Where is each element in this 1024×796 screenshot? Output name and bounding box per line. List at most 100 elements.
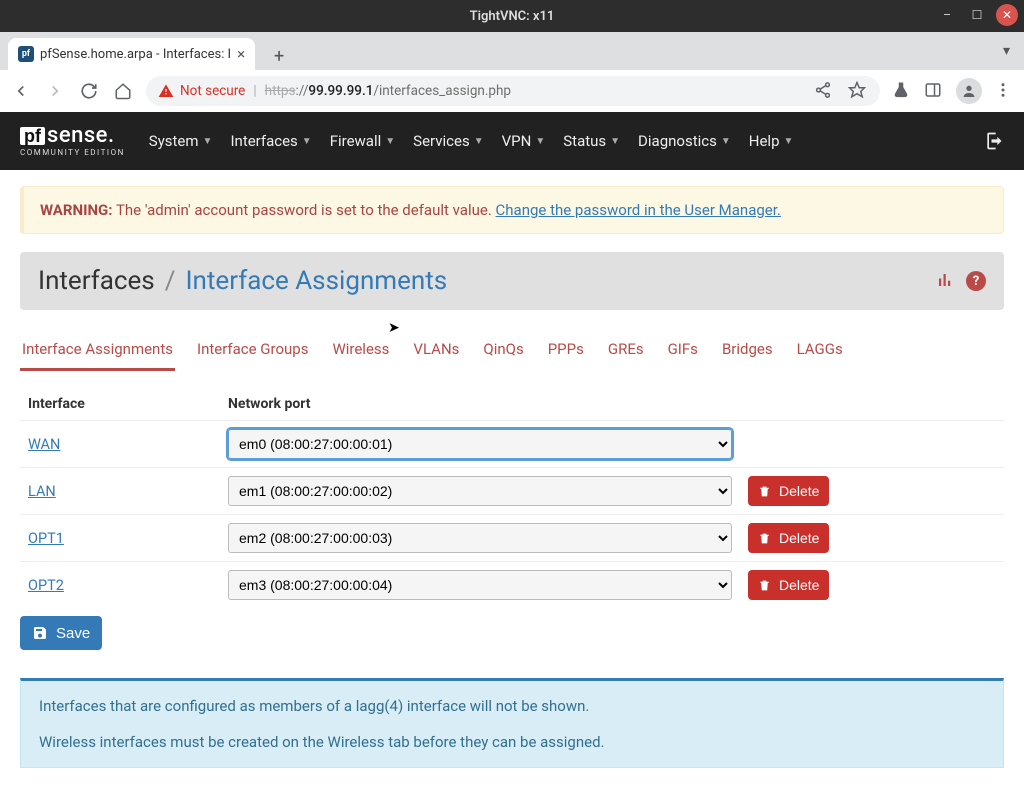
nav-vpn[interactable]: VPN ▼ (502, 132, 546, 150)
pfsense-logo[interactable]: pfsense. COMMUNITY EDITION (20, 125, 125, 157)
page-header: Interfaces / Interface Assignments ? (20, 252, 1004, 310)
nav-services[interactable]: Services ▼ (413, 132, 483, 150)
not-secure-warning: Not secure (158, 83, 245, 99)
info-box: Interfaces that are configured as member… (20, 678, 1004, 768)
port-select-opt2[interactable]: em3 (08:00:27:00:00:04) (228, 570, 732, 600)
tab-bridges[interactable]: Bridges (720, 334, 775, 371)
table-row: OPT1 em2 (08:00:27:00:00:03) Delete (20, 515, 1004, 562)
caret-down-icon: ▼ (721, 136, 731, 147)
page-viewport: pfsense. COMMUNITY EDITION System ▼ Inter… (0, 112, 1024, 796)
tab-interface-groups[interactable]: Interface Groups (195, 334, 310, 371)
share-icon[interactable] (814, 81, 834, 101)
save-icon (32, 625, 48, 641)
nav-help[interactable]: Help ▼ (749, 132, 794, 150)
table-row: LAN em1 (08:00:27:00:00:02) Delete (20, 468, 1004, 515)
save-button[interactable]: Save (20, 616, 102, 650)
help-icon[interactable]: ? (966, 271, 986, 291)
delete-label: Delete (779, 530, 819, 546)
main-content: ➤ WARNING: The 'admin' account password … (0, 170, 1024, 784)
warning-text: The 'admin' account password is set to t… (116, 201, 492, 219)
browser-tab[interactable]: pf pfSense.home.arpa - Interfaces: I × (8, 38, 255, 70)
interface-link-wan[interactable]: WAN (28, 436, 60, 453)
os-titlebar: TightVNC: x11 – ☐ ✕ (0, 0, 1024, 32)
breadcrumb-root: Interfaces (38, 266, 155, 296)
home-button[interactable] (112, 80, 134, 102)
caret-down-icon: ▼ (610, 136, 620, 147)
col-header-port: Network port (220, 388, 740, 421)
tab-gifs[interactable]: GIFs (666, 334, 700, 371)
window-minimize-button[interactable]: – (936, 4, 958, 26)
breadcrumb: Interfaces / Interface Assignments (38, 266, 447, 296)
interface-link-opt1[interactable]: OPT1 (28, 530, 64, 547)
caret-down-icon: ▼ (784, 136, 794, 147)
delete-button-lan[interactable]: Delete (748, 476, 829, 506)
browser-tab-title: pfSense.home.arpa - Interfaces: I (40, 47, 231, 62)
warning-link[interactable]: Change the password in the User Manager. (496, 201, 781, 219)
caret-down-icon: ▼ (385, 136, 395, 147)
tab-qinqs[interactable]: QinQs (481, 334, 525, 371)
extension-flask-icon[interactable] (892, 81, 912, 101)
interface-link-lan[interactable]: LAN (28, 483, 56, 500)
window-close-button[interactable]: ✕ (996, 4, 1018, 26)
save-button-label: Save (56, 625, 90, 642)
logout-icon[interactable] (984, 131, 1004, 151)
bookmark-icon[interactable] (848, 81, 868, 101)
address-url: https://99.99.99.1/interfaces_assign.php (265, 83, 511, 99)
address-bar[interactable]: Not secure | https://99.99.99.1/interfac… (146, 76, 880, 106)
sub-tabs: Interface Assignments Interface Groups Wir… (20, 334, 1004, 372)
profile-avatar[interactable] (956, 78, 982, 104)
delete-label: Delete (779, 483, 819, 499)
port-select-wan[interactable]: em0 (08:00:27:00:00:01) (228, 429, 732, 459)
pfsense-navbar: pfsense. COMMUNITY EDITION System ▼ Inter… (0, 112, 1024, 170)
nav-firewall[interactable]: Firewall ▼ (330, 132, 395, 150)
tab-overflow-icon[interactable]: ▾ (1003, 43, 1010, 59)
browser-toolbar: Not secure | https://99.99.99.1/interfac… (0, 70, 1024, 112)
forward-button (44, 80, 66, 102)
delete-button-opt2[interactable]: Delete (748, 570, 829, 600)
tab-close-icon[interactable]: × (237, 45, 245, 63)
tab-favicon-icon: pf (18, 46, 34, 62)
tab-laggs[interactable]: LAGGs (795, 334, 845, 371)
tab-vlans[interactable]: VLANs (411, 334, 461, 371)
tab-gres[interactable]: GREs (606, 334, 646, 371)
browser-tab-strip: pf pfSense.home.arpa - Interfaces: I × +… (0, 32, 1024, 70)
nav-system[interactable]: System ▼ (149, 132, 213, 150)
nav-diagnostics[interactable]: Diagnostics ▼ (638, 132, 731, 150)
stats-icon[interactable] (936, 271, 954, 291)
breadcrumb-sep: / (165, 266, 176, 296)
interface-link-opt2[interactable]: OPT2 (28, 577, 64, 594)
trash-icon (758, 532, 771, 545)
interfaces-table: Interface Network port WAN em0 (08:00:27:… (20, 388, 1004, 608)
nav-interfaces[interactable]: Interfaces ▼ (230, 132, 311, 150)
caret-down-icon: ▼ (535, 136, 545, 147)
not-secure-text: Not secure (180, 83, 245, 99)
trash-icon (758, 579, 771, 592)
reload-button[interactable] (78, 80, 100, 102)
caret-down-icon: ▼ (302, 136, 312, 147)
info-line-1: Interfaces that are configured as member… (39, 697, 985, 715)
breadcrumb-current: Interface Assignments (185, 266, 447, 296)
tab-ppps[interactable]: PPPs (546, 334, 586, 371)
tab-interface-assignments[interactable]: Interface Assignments (20, 334, 175, 371)
navbar-menu: System ▼ Interfaces ▼ Firewall ▼ Services ▼… (149, 132, 794, 150)
new-tab-button[interactable]: + (265, 42, 293, 70)
warning-lead: WARNING: (40, 201, 113, 219)
port-select-lan[interactable]: em1 (08:00:27:00:00:02) (228, 476, 732, 506)
table-row: WAN em0 (08:00:27:00:00:01) (20, 421, 1004, 468)
back-button[interactable] (10, 80, 32, 102)
caret-down-icon: ▼ (203, 136, 213, 147)
browser-chrome: pf pfSense.home.arpa - Interfaces: I × +… (0, 32, 1024, 112)
port-select-opt1[interactable]: em2 (08:00:27:00:00:03) (228, 523, 732, 553)
browser-menu-icon[interactable] (994, 81, 1014, 101)
nav-status[interactable]: Status ▼ (563, 132, 620, 150)
os-window-title: TightVNC: x11 (470, 9, 555, 24)
tab-wireless[interactable]: Wireless (330, 334, 391, 371)
warning-alert: WARNING: The 'admin' account password is… (20, 186, 1004, 234)
table-row: OPT2 em3 (08:00:27:00:00:04) Delete (20, 562, 1004, 609)
window-maximize-button[interactable]: ☐ (966, 4, 988, 26)
caret-down-icon: ▼ (474, 136, 484, 147)
side-panel-icon[interactable] (924, 81, 944, 101)
delete-button-opt1[interactable]: Delete (748, 523, 829, 553)
info-line-2: Wireless interfaces must be created on t… (39, 733, 985, 751)
col-header-interface: Interface (20, 388, 220, 421)
